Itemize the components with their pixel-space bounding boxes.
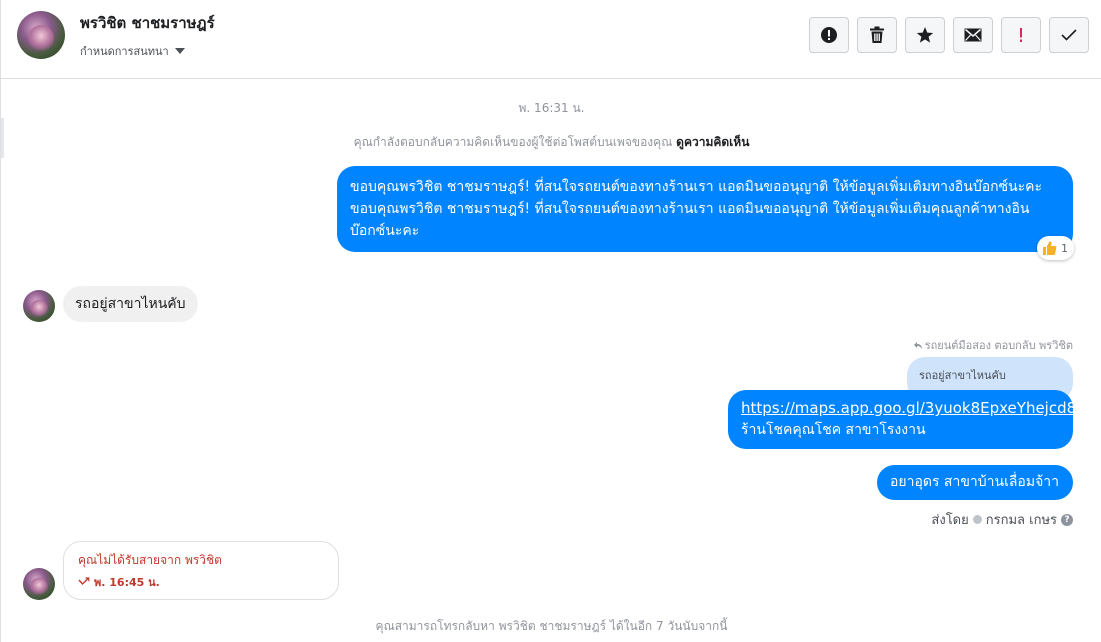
follow-up-button[interactable] [1001,17,1041,53]
missed-call-time-row: พ. 16:45 น. [78,573,324,591]
replying-notice-text: คุณกำลังตอบกลับความคิดเห็นของผู้ใช้ต่อโพ… [353,135,673,149]
assign-conversation-label: กำหนดการสนทนา [80,45,169,58]
callback-notice: คุณสามารถโทรกลับหา พรวิชิต ชาชมราษฎร์ ได… [375,619,728,633]
messenger-inbox-window: พรวิชิต ชาชมราษฎร์ กำหนดการสนทนา พ. 16:3… [0,0,1101,642]
trash-icon [870,26,884,43]
help-icon[interactable]: ? [1061,513,1073,526]
missed-call-title: คุณไม่ได้รับสายจาก พรวิชิต [78,553,222,567]
outgoing-message[interactable]: ขอบคุณพรวิชิต ชาชมราษฎร์! ที่สนใจรถยนต์ข… [337,166,1073,252]
contact-name[interactable]: พรวิชิต ชาชมราษฎร์ [80,11,215,35]
done-button[interactable] [1049,17,1089,53]
star-button[interactable] [905,17,945,53]
outgoing-message[interactable]: https://maps.app.goo.gl/3yuok8EpxeYhejcd… [728,390,1076,449]
sent-by-label: ส่งโดย กรกมล เกษร ? [931,509,1073,530]
message-timestamp: พ. 16:31 น. [518,101,585,115]
conversation-header: พรวิชิต ชาชมราษฎร์ กำหนดการสนทนา [1,0,1101,79]
envelope-icon [964,28,982,42]
mark-unread-button[interactable] [953,17,993,53]
message-reaction[interactable]: 1 [1037,236,1074,260]
contact-avatar-small[interactable] [23,568,55,600]
outgoing-message[interactable]: อยาอุดร สาขาบ้านเลื่อมจ้าา [876,465,1073,500]
assign-conversation-dropdown[interactable]: กำหนดการสนทนา [80,42,185,60]
reply-context-text: รถยนต์มือสอง ตอบกลับ พรวิชิต [924,339,1073,352]
replying-notice: คุณกำลังตอบกลับความคิดเห็นของผู้ใช้ต่อโพ… [1,133,1101,152]
sent-by-prefix: ส่งโดย [931,513,969,528]
missed-call-icon [78,577,90,586]
missed-call-card[interactable]: คุณไม่ได้รับสายจาก พรวิชิต พ. 16:45 น. [63,541,339,600]
delete-button[interactable] [857,17,897,53]
contact-avatar[interactable] [17,11,65,59]
exclamation-icon [1020,28,1022,42]
mark-spam-button[interactable] [809,17,849,53]
missed-call-time: พ. 16:45 น. [94,576,160,589]
sender-name: กรกมล เกษร [985,513,1057,528]
thumbs-up-icon [1043,241,1057,255]
sender-avatar-icon [972,515,982,524]
message-text: ร้านโชคคุณโชค สาขาโรงงาน [741,422,926,438]
view-comment-link[interactable]: ดูความคิดเห็น [676,135,749,149]
checkmark-icon [1061,29,1077,41]
caret-down-icon [174,48,185,54]
reaction-count: 1 [1061,241,1068,255]
star-icon [916,27,934,43]
contact-avatar-small[interactable] [23,290,55,322]
conversation-toolbar [809,17,1089,53]
reply-context: รถยนต์มือสอง ตอบกลับ พรวิชิต [913,336,1073,354]
map-link[interactable]: https://maps.app.goo.gl/3yuok8EpxeYhejcd… [741,397,1076,419]
incoming-message[interactable]: รถอยู่สาขาไหนคับ [63,286,198,322]
reply-arrow-icon [913,342,922,349]
alert-circle-icon [821,27,837,43]
